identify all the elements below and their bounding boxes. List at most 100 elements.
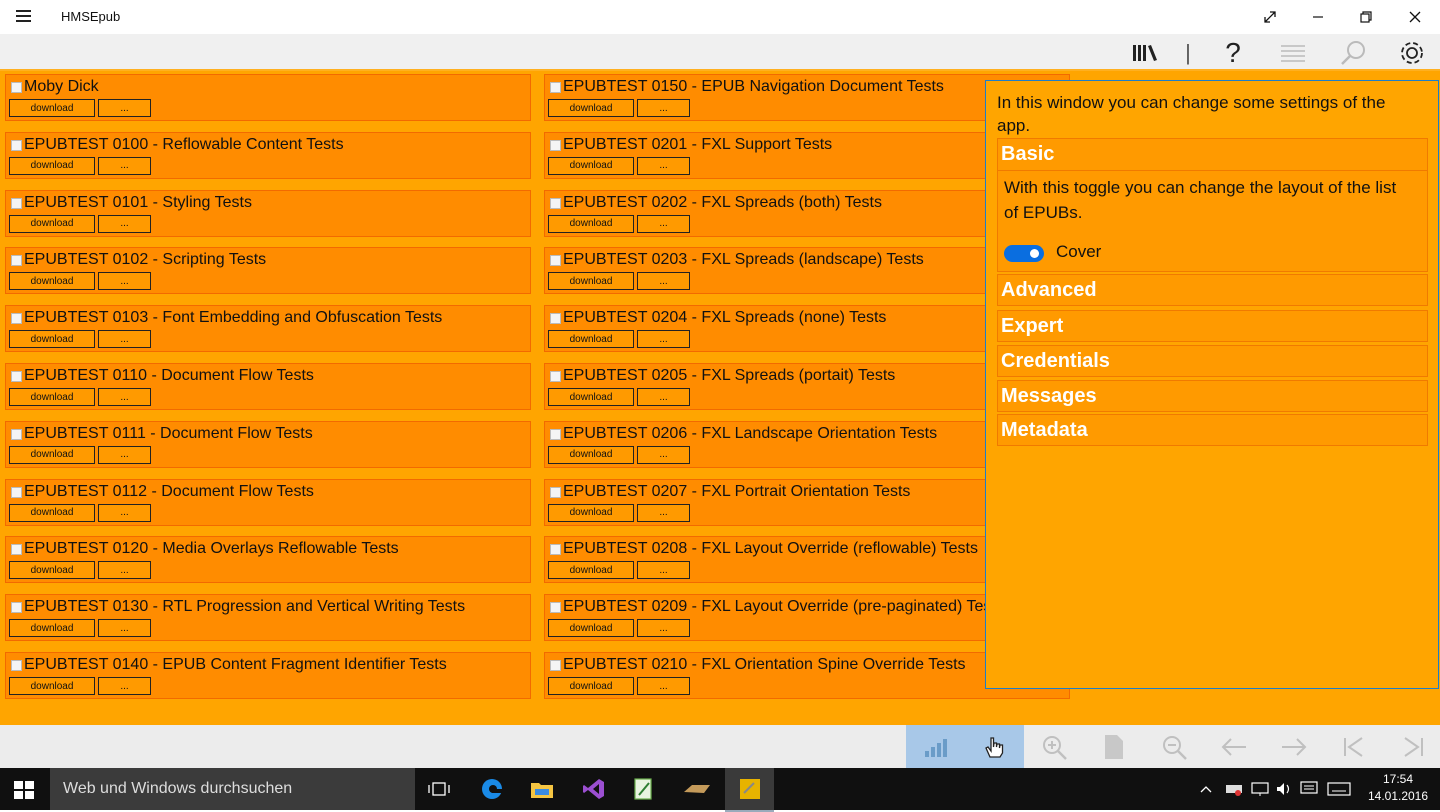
download-button[interactable]: download xyxy=(9,677,95,695)
download-button[interactable]: download xyxy=(548,561,634,580)
book-checkbox[interactable] xyxy=(550,313,561,325)
more-button[interactable]: ... xyxy=(637,388,690,406)
book-checkbox[interactable] xyxy=(550,139,561,151)
tray-app-icon[interactable] xyxy=(1222,768,1246,810)
search-icon[interactable] xyxy=(1335,36,1371,70)
arrow-right-icon[interactable] xyxy=(1264,725,1323,768)
more-button[interactable]: ... xyxy=(98,272,151,291)
section-credentials[interactable]: Credentials xyxy=(997,345,1428,377)
more-button[interactable]: ... xyxy=(98,156,151,175)
download-button[interactable]: download xyxy=(9,619,95,638)
download-button[interactable]: download xyxy=(548,330,634,349)
more-button[interactable]: ... xyxy=(98,561,151,580)
notepad-icon[interactable] xyxy=(619,768,668,810)
more-button[interactable]: ... xyxy=(98,619,151,638)
minimize-icon[interactable] xyxy=(1294,0,1342,34)
book-item[interactable]: EPUBTEST 0120 - Media Overlays Reflowabl… xyxy=(5,536,531,584)
windows-start-icon[interactable] xyxy=(13,780,35,805)
fullscreen-icon[interactable] xyxy=(1246,0,1294,34)
app-icon[interactable] xyxy=(672,768,721,810)
download-button[interactable]: download xyxy=(548,99,634,117)
download-button[interactable]: download xyxy=(9,330,95,349)
volume-icon[interactable] xyxy=(1273,768,1295,810)
book-item[interactable]: Moby Dick download... xyxy=(5,74,531,121)
arrow-left-icon[interactable] xyxy=(1204,725,1263,768)
download-button[interactable]: download xyxy=(9,561,95,580)
book-checkbox[interactable] xyxy=(11,486,22,498)
book-item[interactable]: EPUBTEST 0111 - Document Flow Tests downl… xyxy=(5,420,531,468)
more-button[interactable]: ... xyxy=(637,561,690,580)
download-button[interactable]: download xyxy=(9,503,95,522)
hmsepub-icon[interactable] xyxy=(725,768,774,812)
page-icon[interactable] xyxy=(1084,725,1143,768)
visual-studio-icon[interactable] xyxy=(569,768,618,810)
book-checkbox[interactable] xyxy=(11,139,22,151)
book-checkbox[interactable] xyxy=(11,371,22,382)
book-checkbox[interactable] xyxy=(550,255,561,267)
book-checkbox[interactable] xyxy=(550,428,561,440)
help-icon[interactable]: ? xyxy=(1215,36,1251,70)
restore-icon[interactable] xyxy=(1342,0,1390,34)
book-checkbox[interactable] xyxy=(11,544,22,556)
taskbar-search-box[interactable]: Web und Windows durchsuchen xyxy=(50,768,415,810)
keyboard-icon[interactable] xyxy=(1324,768,1354,810)
download-button[interactable]: download xyxy=(548,388,634,406)
notifications-icon[interactable] xyxy=(1298,768,1320,810)
book-checkbox[interactable] xyxy=(550,544,561,556)
system-clock[interactable]: 17:54 14.01.2016 xyxy=(1360,771,1436,805)
download-button[interactable]: download xyxy=(548,619,634,638)
book-checkbox[interactable] xyxy=(11,82,22,93)
more-button[interactable]: ... xyxy=(98,214,151,233)
more-button[interactable]: ... xyxy=(98,503,151,522)
settings-icon[interactable] xyxy=(1394,36,1430,70)
more-button[interactable]: ... xyxy=(637,272,690,291)
book-checkbox[interactable] xyxy=(11,602,22,614)
book-item[interactable]: EPUBTEST 0103 - Font Embedding and Obfus… xyxy=(5,305,531,353)
file-explorer-icon[interactable] xyxy=(517,768,566,810)
download-button[interactable]: download xyxy=(548,503,634,522)
download-button[interactable]: download xyxy=(548,677,634,695)
book-checkbox[interactable] xyxy=(11,660,22,671)
zoom-out-icon[interactable] xyxy=(1144,725,1203,768)
book-checkbox[interactable] xyxy=(11,255,22,267)
book-item[interactable]: EPUBTEST 0101 - Styling Tests download... xyxy=(5,189,531,237)
more-button[interactable]: ... xyxy=(98,677,151,695)
section-expert[interactable]: Expert xyxy=(997,310,1428,342)
hamburger-icon[interactable] xyxy=(16,8,32,24)
download-button[interactable]: download xyxy=(548,445,634,464)
book-checkbox[interactable] xyxy=(550,486,561,498)
first-page-icon[interactable] xyxy=(1324,725,1383,768)
book-checkbox[interactable] xyxy=(550,660,561,671)
download-button[interactable]: download xyxy=(548,156,634,175)
section-basic[interactable]: Basic xyxy=(997,138,1428,171)
more-button[interactable]: ... xyxy=(98,330,151,349)
more-button[interactable]: ... xyxy=(637,99,690,117)
more-button[interactable]: ... xyxy=(637,503,690,522)
text-list-icon[interactable] xyxy=(1275,36,1311,70)
download-button[interactable]: download xyxy=(548,214,634,233)
download-button[interactable]: download xyxy=(548,272,634,291)
close-icon[interactable] xyxy=(1391,0,1439,34)
library-icon[interactable] xyxy=(1127,36,1163,70)
chevron-up-icon[interactable] xyxy=(1197,768,1215,810)
book-item[interactable]: EPUBTEST 0140 - EPUB Content Fragment Id… xyxy=(5,652,531,699)
book-item[interactable]: EPUBTEST 0100 - Reflowable Content Tests… xyxy=(5,131,531,179)
book-item[interactable]: EPUBTEST 0130 - RTL Progression and Vert… xyxy=(5,594,531,642)
zoom-in-icon[interactable] xyxy=(1024,725,1083,768)
book-checkbox[interactable] xyxy=(550,82,561,93)
section-messages[interactable]: Messages xyxy=(997,380,1428,412)
download-button[interactable]: download xyxy=(9,388,95,406)
download-button[interactable]: download xyxy=(9,445,95,464)
section-metadata[interactable]: Metadata xyxy=(997,414,1428,446)
signal-bars-icon[interactable] xyxy=(906,725,965,768)
more-button[interactable]: ... xyxy=(98,445,151,464)
last-page-icon[interactable] xyxy=(1383,725,1440,768)
more-button[interactable]: ... xyxy=(637,214,690,233)
download-button[interactable]: download xyxy=(9,214,95,233)
book-checkbox[interactable] xyxy=(11,197,22,209)
more-button[interactable]: ... xyxy=(637,619,690,638)
book-item[interactable]: EPUBTEST 0110 - Document Flow Tests downl… xyxy=(5,363,531,410)
book-item[interactable]: EPUBTEST 0102 - Scripting Tests download.… xyxy=(5,247,531,295)
book-checkbox[interactable] xyxy=(550,197,561,209)
download-button[interactable]: download xyxy=(9,99,95,117)
